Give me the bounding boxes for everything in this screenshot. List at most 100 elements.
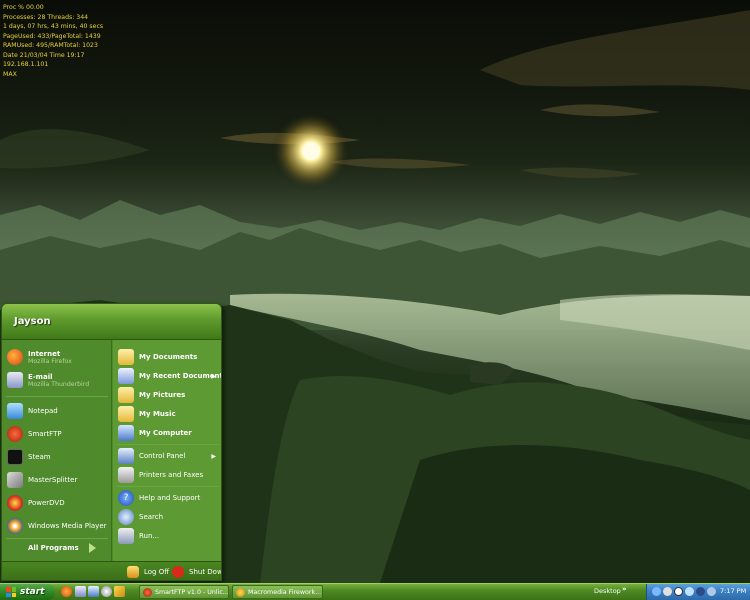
submenu-arrow-icon: ▶ xyxy=(211,452,216,460)
recent-documents-icon xyxy=(118,368,134,384)
log-off-label: Log Off xyxy=(144,568,170,576)
search-item[interactable]: Search xyxy=(118,509,221,525)
quicklaunch-firefox-icon[interactable] xyxy=(61,586,72,597)
recent-media-player[interactable]: Windows Media Player xyxy=(7,518,107,534)
start-menu-header: Jayson xyxy=(2,304,221,340)
sysinfo-line: 1 days, 07 hrs, 43 mins, 40 secs xyxy=(3,23,104,30)
recent-steam[interactable]: Steam xyxy=(7,449,51,465)
my-music-item[interactable]: My Music xyxy=(118,406,221,422)
help-label: Help and Support xyxy=(139,494,201,502)
pinned-email-label: E-mail xyxy=(28,372,53,381)
quicklaunch-mail-icon[interactable] xyxy=(75,586,86,597)
desktop-toolbar-label[interactable]: Desktop xyxy=(594,587,621,595)
run-icon xyxy=(118,528,134,544)
pinned-internet-sub: Mozilla Firefox xyxy=(28,357,72,365)
recent-powerdvd-label: PowerDVD xyxy=(28,499,65,507)
recent-smartftp[interactable]: SmartFTP xyxy=(7,426,62,442)
taskbar-button-smartftp[interactable]: SmartFTP v1.0 - Unlic... xyxy=(139,585,229,599)
arrow-right-icon xyxy=(88,543,96,553)
separator xyxy=(117,444,219,445)
fireworks-icon xyxy=(236,587,245,597)
start-menu-left-pane: Internet Mozilla Firefox E-mail Mozilla … xyxy=(2,340,112,561)
quicklaunch-tool-icon[interactable] xyxy=(114,586,125,597)
printers-label: Printers and Faxes xyxy=(139,471,204,479)
smartftp-icon xyxy=(7,426,23,442)
quicklaunch-app-icon[interactable] xyxy=(101,586,112,597)
tray-panda-icon[interactable] xyxy=(674,587,683,596)
pinned-email-sub: Mozilla Thunderbird xyxy=(28,380,90,388)
user-name: Jayson xyxy=(14,316,51,327)
tray-app-icon[interactable] xyxy=(663,587,672,596)
all-programs-button[interactable]: All Programs xyxy=(28,543,96,553)
printer-icon xyxy=(118,467,134,483)
steam-icon xyxy=(7,449,23,465)
start-button[interactable]: start xyxy=(0,584,55,600)
smartftp-icon xyxy=(143,587,152,597)
help-icon: ? xyxy=(118,490,134,506)
taskbar: start SmartFTP v1.0 - Unlic... Macromedi… xyxy=(0,583,750,600)
run-label: Run... xyxy=(139,532,160,540)
clock[interactable]: 7:17 PM xyxy=(720,587,746,595)
tray-volume-icon[interactable] xyxy=(685,587,694,596)
recent-media-player-label: Windows Media Player xyxy=(28,522,107,530)
separator xyxy=(6,396,108,397)
shut-down-button[interactable]: Shut Down xyxy=(172,566,221,578)
recent-notepad[interactable]: Notepad xyxy=(7,403,58,419)
sysinfo-line: RAMUsed: 495/RAMTotal: 1023 xyxy=(3,42,98,49)
start-menu: Jayson Internet Mozilla Firefox E-mail M… xyxy=(1,303,222,581)
sysinfo-line: PageUsed: 433/PageTotal: 1439 xyxy=(3,32,101,40)
pinned-internet-label: Internet xyxy=(28,349,61,358)
tray-display-icon[interactable] xyxy=(696,587,705,596)
pinned-email[interactable]: E-mail Mozilla Thunderbird xyxy=(7,372,89,388)
chevron-icon[interactable]: » xyxy=(622,585,627,593)
windows-logo-icon xyxy=(6,587,16,597)
control-panel-item[interactable]: Control Panel ▶ xyxy=(118,448,221,464)
tray-network-icon[interactable] xyxy=(652,587,661,596)
recent-mastersplitter[interactable]: MasterSplitter xyxy=(7,472,77,488)
notepad-icon xyxy=(7,403,23,419)
start-menu-right-pane: My Documents My Recent Documents ▶ My Pi… xyxy=(113,340,222,561)
submenu-arrow-icon: ▶ xyxy=(211,372,216,380)
my-documents-item[interactable]: My Documents xyxy=(118,349,221,365)
separator xyxy=(6,538,108,539)
taskbar-button-fireworks[interactable]: Macromedia Firework... xyxy=(232,585,323,599)
pinned-internet[interactable]: Internet Mozilla Firefox xyxy=(7,349,72,365)
key-icon xyxy=(127,566,139,578)
search-label: Search xyxy=(139,513,164,521)
taskbar-button-label: SmartFTP v1.0 - Unlic... xyxy=(155,588,229,596)
search-icon xyxy=(118,509,134,525)
my-pictures-item[interactable]: My Pictures xyxy=(118,387,221,403)
shut-down-label: Shut Down xyxy=(189,568,221,576)
recent-notepad-label: Notepad xyxy=(28,407,58,415)
quicklaunch-desktop-icon[interactable] xyxy=(88,586,99,597)
power-icon xyxy=(172,566,184,578)
my-computer-item[interactable]: My Computer xyxy=(118,425,221,441)
tray-misc-icon[interactable] xyxy=(707,587,716,596)
recent-mastersplitter-label: MasterSplitter xyxy=(28,476,78,484)
my-recent-documents-label: My Recent Documents xyxy=(139,372,222,380)
folder-pictures-icon xyxy=(118,387,134,403)
sysinfo-line: Processes: 28 Threads: 344 xyxy=(3,13,89,21)
my-pictures-label: My Pictures xyxy=(139,391,186,399)
recent-steam-label: Steam xyxy=(28,453,51,461)
printers-item[interactable]: Printers and Faxes xyxy=(118,467,221,483)
my-recent-documents-item[interactable]: My Recent Documents ▶ xyxy=(118,368,222,384)
firefox-icon xyxy=(7,349,23,365)
hammer-icon xyxy=(7,472,23,488)
folder-documents-icon xyxy=(118,349,134,365)
recent-powerdvd[interactable]: PowerDVD xyxy=(7,495,65,511)
control-panel-label: Control Panel xyxy=(139,452,186,460)
run-item[interactable]: Run... xyxy=(118,528,221,544)
all-programs-label: All Programs xyxy=(28,544,79,552)
system-info-overlay: Proc % 00.00 Processes: 28 Threads: 344 … xyxy=(3,3,103,79)
log-off-button[interactable]: Log Off xyxy=(127,566,169,578)
sysinfo-line: 192.168.1.101 xyxy=(3,61,49,68)
help-item[interactable]: ? Help and Support xyxy=(118,490,221,506)
start-label: start xyxy=(20,587,45,597)
mail-icon xyxy=(7,372,23,388)
sysinfo-line: Date 21/03/04 Time 19:17 xyxy=(3,51,85,59)
start-menu-footer: Log Off Shut Down xyxy=(2,561,221,580)
my-music-label: My Music xyxy=(139,410,176,418)
my-computer-label: My Computer xyxy=(139,429,192,437)
control-panel-icon xyxy=(118,448,134,464)
